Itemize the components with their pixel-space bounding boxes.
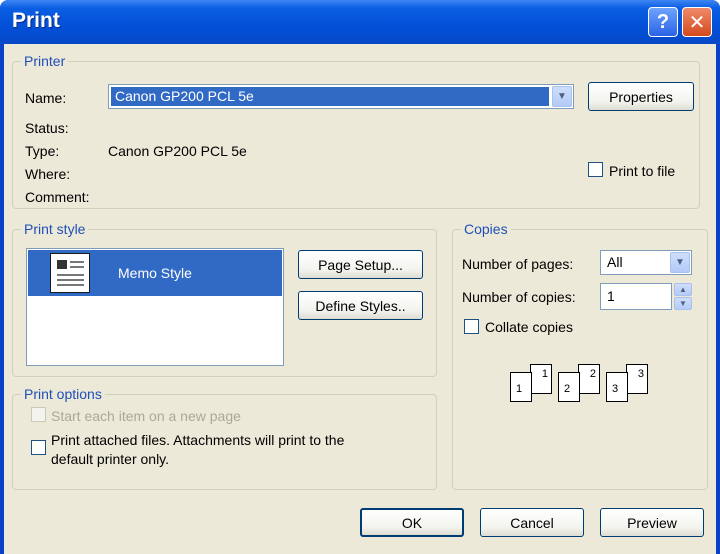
print-style-list[interactable]: Memo Style [26,248,284,366]
number-of-pages-select[interactable]: All ▼ [600,250,692,275]
window-title: Print [12,9,60,32]
collate-page: 2 [578,364,600,394]
preview-button[interactable]: Preview [600,508,704,537]
dialog-body: Printer Name: Canon GP200 PCL 5e ▼ Prope… [4,44,716,554]
collate-page-number: 2 [564,383,571,395]
close-icon: ✕ [688,11,706,34]
collate-page: 1 [510,372,532,402]
properties-button[interactable]: Properties [588,82,694,111]
start-each-item-checkbox [31,407,46,422]
properties-button-label: Properties [609,88,673,105]
number-of-copies-label: Number of copies: [462,289,576,305]
chevron-down-icon: ▼ [679,299,687,308]
collate-page: 3 [606,372,628,402]
page-setup-button-label: Page Setup... [318,256,403,273]
collate-page-number: 3 [637,368,644,380]
collate-page: 3 [626,364,648,394]
print-attached-files-label-line1[interactable]: Print attached files. Attachments will p… [51,432,344,448]
start-each-item-label: Start each item on a new page [51,408,241,424]
cancel-button-label: Cancel [510,514,554,531]
copies-group-label: Copies [461,221,511,237]
ok-button-label: OK [401,514,423,531]
collate-page-number: 2 [589,368,596,380]
print-to-file-checkbox[interactable] [588,162,603,177]
copies-spin-down[interactable]: ▼ [674,297,692,310]
number-of-copies-value: 1 [607,288,615,304]
print-attached-files-label-line2[interactable]: default printer only. [51,451,169,467]
collate-page-number: 1 [541,368,548,380]
number-of-pages-label: Number of pages: [462,256,574,272]
type-value: Canon GP200 PCL 5e [108,143,247,159]
copies-spin-up[interactable]: ▲ [674,283,692,296]
collate-copies-checkbox[interactable] [464,319,479,334]
chevron-down-icon: ▼ [557,91,567,102]
printer-name-label: Name: [25,90,67,106]
cancel-button[interactable]: Cancel [480,508,584,537]
print-attached-files-checkbox[interactable] [31,440,46,455]
define-styles-button[interactable]: Define Styles.. [298,291,423,320]
print-style-item-label: Memo Style [118,265,192,281]
chevron-down-icon: ▼ [675,257,685,268]
collate-page: 2 [558,372,580,402]
print-dialog: Print ? ✕ Printer Name: Canon GP200 PCL … [0,0,720,554]
page-setup-button[interactable]: Page Setup... [298,250,423,279]
type-label: Type: [25,143,60,159]
status-label: Status: [25,120,69,136]
print-options-group-label: Print options [21,386,105,402]
question-icon: ? [656,10,670,33]
printer-group-label: Printer [21,53,69,69]
title-bar[interactable]: Print ? ✕ [0,0,720,44]
collate-page: 1 [530,364,552,394]
collate-page-number: 1 [516,383,523,395]
collate-page-number: 3 [612,383,619,395]
define-styles-button-label: Define Styles.. [315,297,406,314]
ok-button[interactable]: OK [360,508,464,537]
memo-style-icon [50,253,90,293]
printer-name-value: Canon GP200 PCL 5e [115,88,254,104]
list-item[interactable]: Memo Style [28,250,282,296]
comment-label: Comment: [25,189,90,205]
number-of-pages-value: All [607,254,623,270]
close-button[interactable]: ✕ [682,7,712,37]
printer-name-select[interactable]: Canon GP200 PCL 5e ▼ [108,84,574,109]
where-label: Where: [25,166,71,182]
collate-illustration: 1 1 2 2 3 3 [506,362,656,408]
help-button[interactable]: ? [648,7,678,37]
print-to-file-label[interactable]: Print to file [609,163,675,179]
print-style-group-label: Print style [21,221,89,237]
number-of-copies-field[interactable]: 1 [600,283,672,310]
collate-copies-label[interactable]: Collate copies [485,319,573,335]
printer-name-dropdown-arrow[interactable]: ▼ [552,86,572,107]
preview-button-label: Preview [627,514,677,531]
number-of-pages-dropdown-arrow[interactable]: ▼ [670,252,690,273]
chevron-up-icon: ▲ [679,285,687,294]
printer-name-selected: Canon GP200 PCL 5e [111,87,549,106]
